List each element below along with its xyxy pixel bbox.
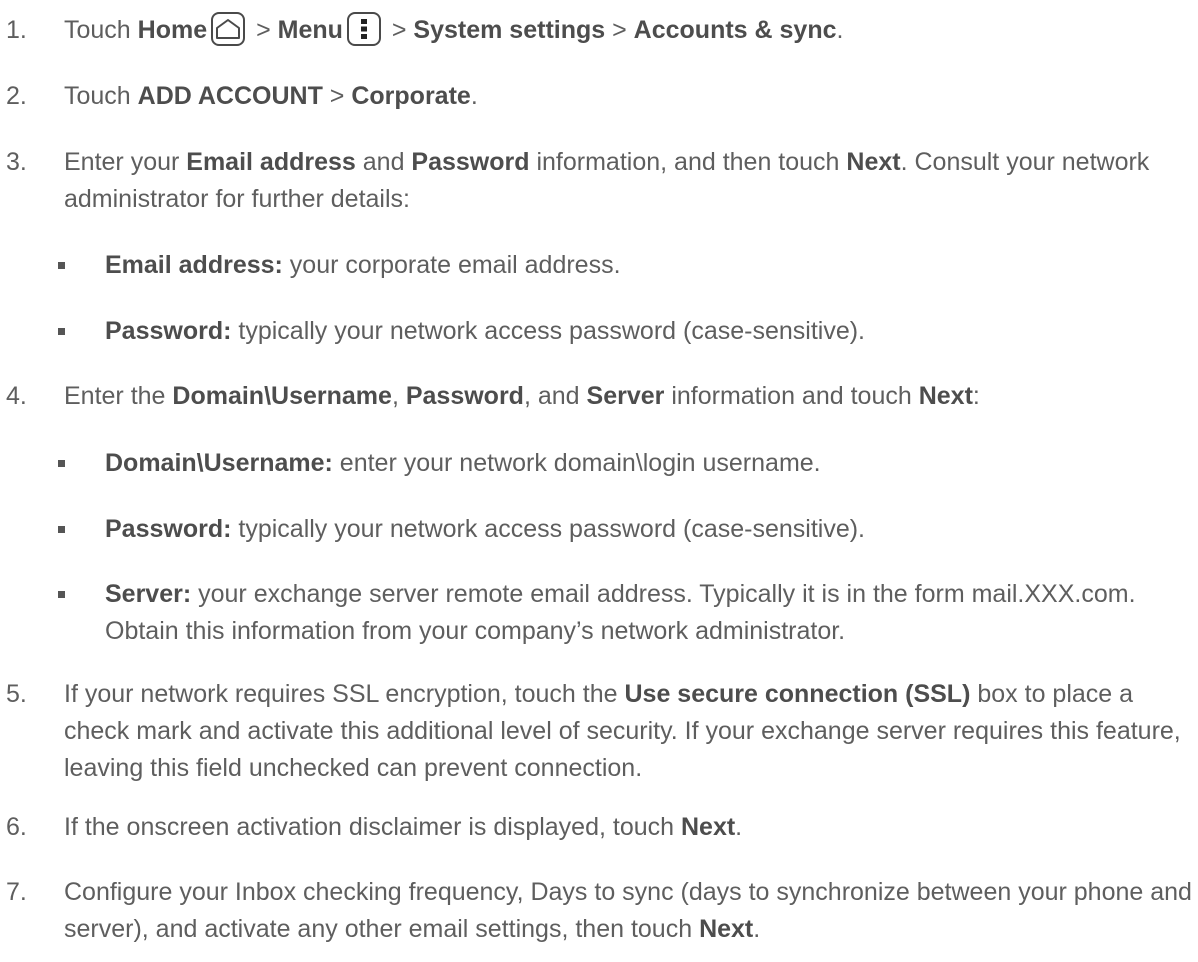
step-text: Touch Home > Menu > System settings > Ac… (64, 12, 1196, 49)
step-text: If your network requires SSL encryption,… (64, 680, 1181, 782)
menu-icon (346, 12, 381, 47)
instructions-page: 1. Touch Home > Menu > System settings >… (0, 0, 1198, 962)
home-label: Home (137, 16, 208, 44)
home-icon (211, 12, 246, 47)
step-text: Configure your Inbox checking frequency,… (64, 878, 1192, 943)
step-text: If the onscreen activation disclaimer is… (64, 813, 743, 841)
step-number: 4. (6, 382, 27, 410)
bullet-marker (58, 262, 65, 269)
step-number: 1. (6, 16, 27, 44)
bullet-marker (58, 328, 65, 335)
step-number: 5. (6, 680, 27, 708)
step-text: Enter your Email address and Password in… (64, 148, 1150, 213)
bullet-marker (58, 526, 65, 533)
bullet-marker (58, 460, 65, 467)
step-text: Enter the Domain\Username, Password, and… (64, 382, 980, 410)
step-number: 6. (6, 813, 27, 841)
menu-label: Menu (277, 16, 343, 44)
bullet-marker (58, 591, 65, 598)
step-number: 7. (6, 878, 27, 906)
step-text: Touch ADD ACCOUNT > Corporate. (64, 82, 478, 110)
step-number: 3. (6, 148, 27, 176)
step-number: 2. (6, 82, 27, 110)
